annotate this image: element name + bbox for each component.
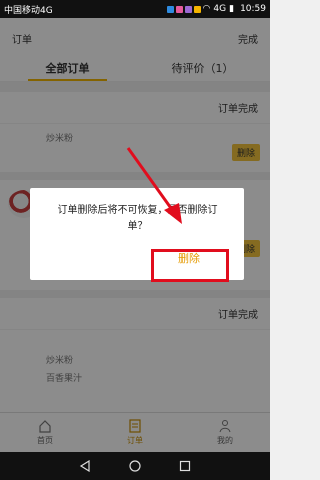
annotation-arrow-icon — [126, 147, 182, 224]
